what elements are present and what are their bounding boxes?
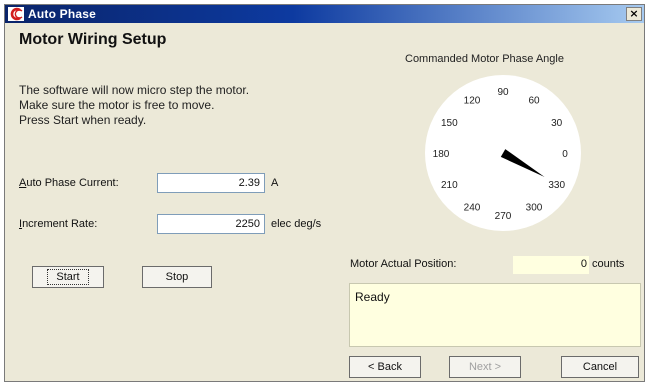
instruction-line-1: The software will now micro step the mot…	[19, 83, 250, 97]
page-title: Motor Wiring Setup	[19, 31, 167, 48]
dial-label-90: 90	[497, 87, 509, 98]
dial-label-300: 300	[526, 203, 543, 214]
stop-button[interactable]: Stop	[142, 266, 212, 288]
dial-label-180: 180	[433, 149, 450, 160]
increment-rate-input[interactable]: 2250	[157, 214, 265, 234]
next-button[interactable]: Next >	[449, 356, 521, 378]
dial-title: Commanded Motor Phase Angle	[405, 53, 564, 65]
instruction-line-3: Press Start when ready.	[19, 113, 147, 127]
dial-label-150: 150	[441, 118, 458, 129]
motor-position-label: Motor Actual Position:	[350, 258, 457, 270]
title-bar: Auto Phase ×	[5, 5, 644, 23]
phase-angle-dial: 0 30 60 90 120 150 180 210 240 270 300 330	[425, 75, 581, 231]
auto-phase-current-unit: A	[271, 177, 279, 189]
dial-label-270: 270	[495, 211, 512, 222]
window-title: Auto Phase	[28, 7, 97, 21]
dial-label-0: 0	[562, 149, 568, 160]
back-button[interactable]: < Back	[349, 356, 421, 378]
motor-position-unit: counts	[592, 258, 625, 270]
dial-label-330: 330	[548, 180, 565, 191]
dial-label-240: 240	[464, 203, 481, 214]
auto-phase-current-input[interactable]: 2.39	[157, 173, 265, 193]
auto-phase-current-label: Auto Phase Current:	[19, 177, 119, 189]
motor-position-value: 0	[513, 256, 589, 274]
increment-rate-label: Increment Rate:	[19, 218, 98, 230]
instruction-line-2: Make sure the motor is free to move.	[19, 98, 215, 112]
start-button[interactable]: Start	[32, 266, 104, 288]
dial-label-120: 120	[464, 95, 481, 106]
auto-phase-window: Auto Phase × Motor Wiring Setup The soft…	[4, 4, 645, 382]
dial-label-60: 60	[528, 95, 540, 106]
app-logo-icon	[8, 7, 24, 21]
close-button[interactable]: ×	[626, 7, 642, 21]
dial-label-210: 210	[441, 180, 458, 191]
dial-label-30: 30	[551, 118, 563, 129]
close-icon: ×	[629, 7, 639, 20]
cancel-button[interactable]: Cancel	[561, 356, 639, 378]
increment-rate-unit: elec deg/s	[271, 218, 322, 230]
status-box: Ready	[349, 283, 641, 347]
